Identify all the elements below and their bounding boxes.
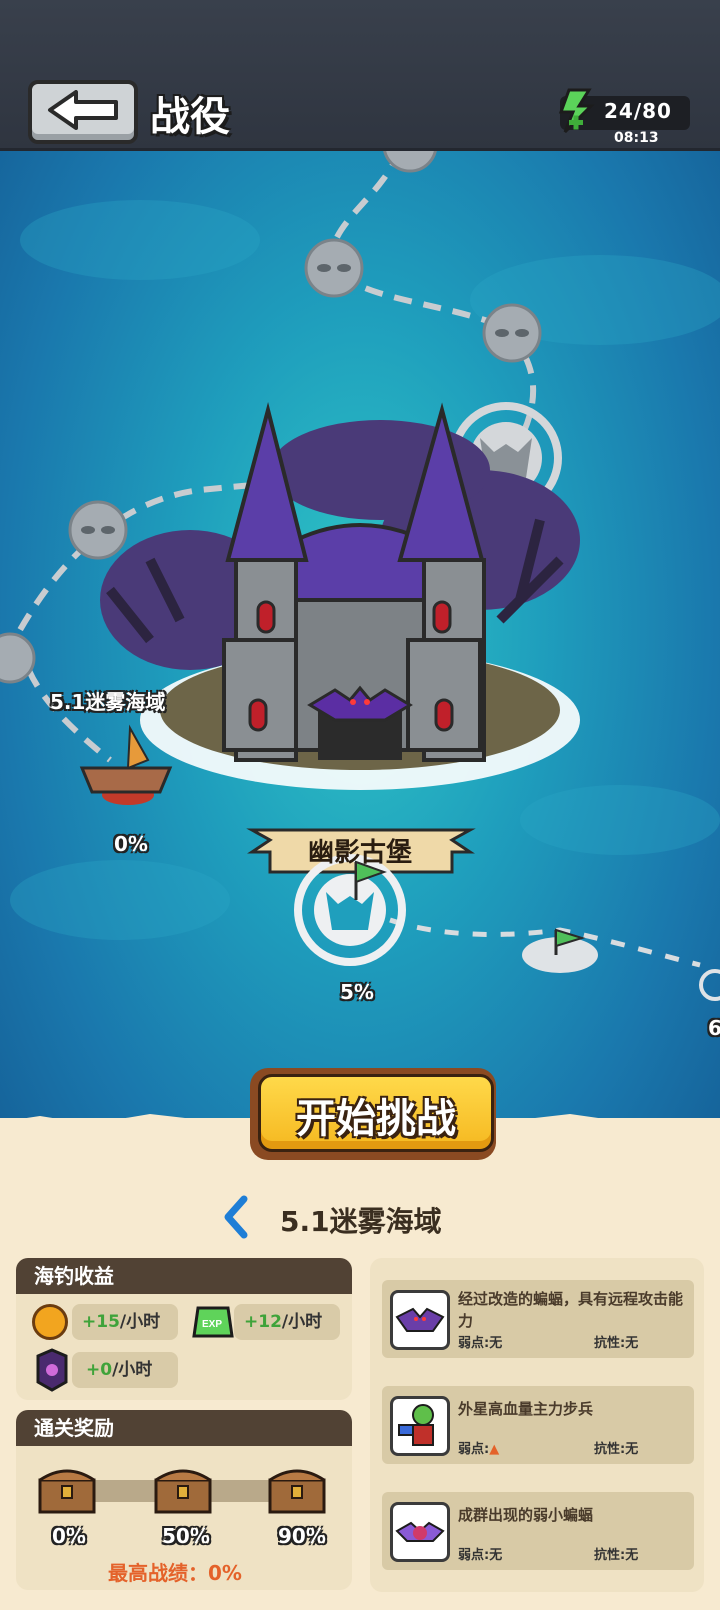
enemy-weakness: 弱点:▲ <box>458 1442 500 1457</box>
chest-icon[interactable] <box>152 1462 214 1516</box>
gem-amount: +0 <box>86 1360 113 1380</box>
node-percent-0: 0% <box>114 832 148 856</box>
clear-rewards-title: 通关奖励 <box>16 1410 352 1446</box>
fire-icon: ▲ <box>489 1442 500 1457</box>
chevron-left-icon[interactable] <box>222 1195 250 1239</box>
enemy-weakness: 弱点:无 <box>458 1336 503 1351</box>
page-title: 战役 <box>150 94 230 140</box>
enemy-description: 外星高血量主力步兵 <box>458 1400 594 1418</box>
enemy-description: 成群出现的弱小蝙蝠 <box>458 1506 594 1524</box>
gold-amount: +15 <box>82 1312 120 1332</box>
alien-soldier-icon <box>390 1396 450 1456</box>
fishing-title: 海钓收益 <box>16 1258 352 1294</box>
enemy-weakness: 弱点:无 <box>458 1548 503 1563</box>
enemy-card[interactable]: 外星高血量主力步兵 弱点:▲ 抗性:无 <box>382 1386 694 1464</box>
gem-rate: +0/小时 <box>72 1352 178 1388</box>
chest-icon[interactable] <box>36 1462 98 1516</box>
best-record-label: 最高战绩： <box>108 1561 208 1585</box>
energy-timer: 08:13 <box>614 130 659 146</box>
energy-value: 24/80 <box>604 99 672 123</box>
best-record: 最高战绩：0% <box>108 1557 242 1586</box>
enemy-resistance: 抗性:无 <box>594 1548 639 1563</box>
exp-rate: +12/小时 <box>234 1304 340 1340</box>
enemy-description: 经过改造的蝙蝠，具有远程攻击能力 <box>458 1290 684 1330</box>
dark-gem-icon <box>36 1348 68 1392</box>
exp-amount: +12 <box>244 1312 282 1332</box>
back-button[interactable] <box>28 80 138 144</box>
chest-icon[interactable] <box>266 1462 328 1516</box>
start-challenge-label: 开始挑战 <box>296 1096 456 1142</box>
node-percent-1: 5% <box>340 980 374 1004</box>
enemy-resistance: 抗性:无 <box>594 1442 639 1457</box>
exp-unit: /小时 <box>281 1312 323 1332</box>
exp-gem-icon: EXP <box>192 1306 234 1338</box>
bat-icon <box>390 1290 450 1350</box>
enemy-resistance: 抗性:无 <box>594 1336 639 1351</box>
chest-percent-0: 0% <box>52 1524 86 1548</box>
castle-node[interactable] <box>218 400 508 780</box>
chest-percent-1: 50% <box>162 1524 210 1548</box>
enemy-card[interactable]: 经过改造的蝙蝠，具有远程攻击能力 弱点:无 抗性:无 <box>382 1280 694 1358</box>
gem-unit: /小时 <box>112 1360 153 1380</box>
gold-rate: +15/小时 <box>72 1304 178 1340</box>
arrow-left-icon <box>48 90 118 130</box>
current-node-label[interactable]: 5.1迷雾海域 <box>50 686 165 715</box>
chest-percent-2: 90% <box>278 1524 326 1548</box>
energy-icon <box>558 88 595 134</box>
stage-node-5[interactable] <box>294 855 406 967</box>
gold-unit: /小时 <box>119 1312 161 1332</box>
best-record-value: 0% <box>208 1561 242 1585</box>
small-bat-icon <box>390 1502 450 1562</box>
level-name: 5.1迷雾海域 <box>280 1205 442 1238</box>
node-percent-2: 6 <box>708 1016 720 1040</box>
enemy-card[interactable]: 成群出现的弱小蝙蝠 弱点:无 抗性:无 <box>382 1492 694 1570</box>
gold-coin-icon <box>32 1304 68 1340</box>
svg-text:EXP: EXP <box>202 1319 222 1330</box>
